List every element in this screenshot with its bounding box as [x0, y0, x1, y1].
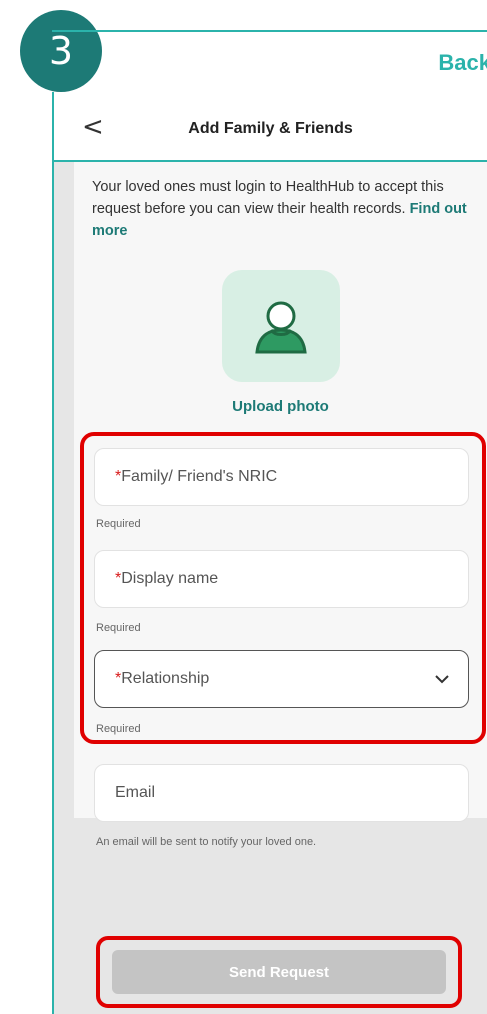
send-request-button[interactable]: Send Request	[112, 950, 446, 994]
person-icon	[255, 301, 307, 354]
intro-text: Your loved ones must login to HealthHub …	[92, 176, 472, 242]
intro-message: Your loved ones must login to HealthHub …	[92, 179, 444, 217]
top-divider	[52, 30, 487, 32]
upload-photo-link[interactable]: Upload photo	[74, 398, 487, 415]
email-field[interactable]: Email	[94, 764, 469, 822]
email-helper: An email will be sent to notify your lov…	[96, 836, 317, 848]
back-link[interactable]: Back	[438, 50, 487, 76]
page-title: Add Family & Friends	[188, 120, 353, 137]
required-fields-highlight	[80, 432, 486, 744]
step-number-badge: 3	[20, 10, 102, 92]
step-number: 3	[48, 29, 74, 73]
send-button-highlight: Send Request	[96, 936, 462, 1008]
avatar-placeholder[interactable]	[222, 270, 340, 382]
email-placeholder: Email	[115, 784, 156, 801]
app-header: < Add Family & Friends	[54, 98, 487, 162]
